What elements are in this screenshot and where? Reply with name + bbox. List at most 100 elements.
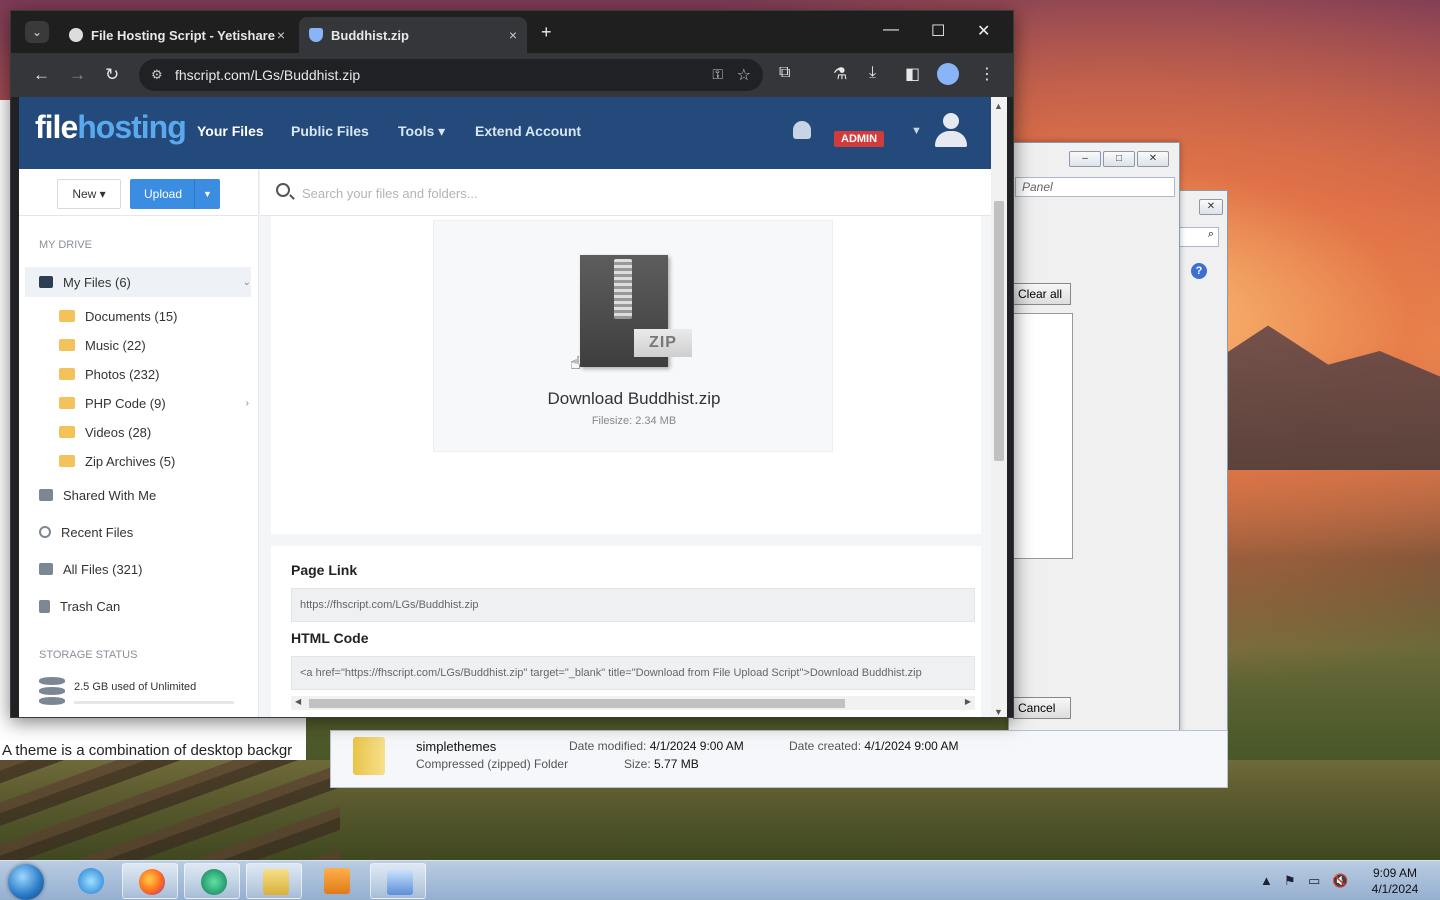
clear-all-button[interactable]: Clear all [1013, 283, 1071, 305]
sidebar-item-zip-archives[interactable]: Zip Archives (5) [59, 446, 249, 476]
tab-file-hosting[interactable]: File Hosting Script - Yetishare × [59, 17, 295, 53]
taskbar-browser[interactable] [184, 863, 240, 899]
zip-tag: ZIP [634, 329, 692, 357]
back-icon[interactable]: ← [33, 65, 50, 85]
close-window-button[interactable]: ✕ [977, 21, 990, 41]
download-title[interactable]: Download Buddhist.zip [434, 389, 834, 409]
new-button[interactable]: New ▾ [57, 179, 121, 209]
vertical-scrollbar[interactable]: ▲ ▼ [991, 97, 1007, 717]
html-code-label: HTML Code [291, 630, 369, 646]
tray-expand-icon[interactable]: ▲ [1260, 873, 1273, 888]
scroll-left-icon[interactable]: ◀ [295, 697, 301, 706]
maximize-icon[interactable]: □ [1103, 151, 1135, 167]
download-icon[interactable]: ⤓ [869, 64, 876, 82]
taskbar-media-player[interactable] [308, 863, 364, 899]
sidebar-item-recent[interactable]: Recent Files [39, 517, 251, 547]
address-bar[interactable]: ⚙ fhscript.com/LGs/Buddhist.zip ⚿ ☆ [139, 59, 763, 91]
sidebar-item-documents[interactable]: Documents (15) [59, 301, 249, 331]
page-link-field[interactable]: https://fhscript.com/LGs/Buddhist.zip [291, 588, 975, 622]
tab-strip: ⌄ File Hosting Script - Yetishare × Budd… [11, 11, 1013, 53]
taskbar-firefox[interactable] [122, 863, 178, 899]
incognito-icon [69, 28, 83, 42]
sidebar-item-videos[interactable]: Videos (28) [59, 417, 249, 447]
taskbar-internet-explorer[interactable] [62, 863, 118, 899]
users-icon [39, 489, 53, 501]
help-icon[interactable]: ? [1191, 263, 1207, 279]
maximize-window-button[interactable]: ☐ [931, 21, 945, 41]
sidebar-item-photos[interactable]: Photos (232) [59, 359, 249, 389]
scroll-down-icon[interactable]: ▼ [994, 707, 1003, 717]
theme-listbox[interactable] [1013, 313, 1073, 559]
browser-toolbar: ← → ↻ ⚙ fhscript.com/LGs/Buddhist.zip ⚿ … [11, 53, 1013, 97]
sidebar-item-all-files[interactable]: All Files (321) [39, 554, 251, 584]
horizontal-scrollbar[interactable]: ◀ ▶ [291, 696, 975, 710]
chevron-right-icon[interactable]: › [246, 398, 249, 409]
sidebar-item-php-code[interactable]: PHP Code (9) › [59, 388, 249, 418]
scrollbar-thumb[interactable] [309, 699, 845, 708]
network-icon[interactable]: ▭ [1308, 873, 1320, 889]
sidebar-item-trash[interactable]: Trash Can [39, 591, 251, 621]
volume-muted-icon[interactable]: 🔇 [1332, 873, 1348, 889]
scroll-up-icon[interactable]: ▲ [994, 101, 1003, 111]
chevron-down-icon[interactable]: ▼ [911, 125, 922, 137]
close-tab-icon[interactable]: × [509, 27, 517, 43]
scrollbar-thumb[interactable] [994, 201, 1004, 461]
site-info-icon[interactable]: ⚙ [151, 67, 163, 83]
upload-button[interactable]: Upload ▼ [130, 179, 220, 209]
chevron-down-icon[interactable]: ⌄ [243, 277, 251, 288]
download-card[interactable]: ZIP ☝ Download Buddhist.zip Filesize: 2.… [433, 220, 833, 452]
folder-icon [59, 455, 75, 467]
sidebar-item-shared[interactable]: Shared With Me [39, 480, 251, 510]
minimize-icon[interactable]: – [1069, 151, 1101, 167]
search-input[interactable] [302, 182, 902, 204]
minimize-window-button[interactable]: — [883, 21, 899, 39]
close-icon[interactable]: ✕ [1199, 199, 1223, 215]
scroll-right-icon[interactable]: ▶ [965, 697, 971, 706]
taskbar-explorer[interactable] [246, 863, 302, 899]
new-tab-button[interactable]: + [541, 22, 552, 43]
labs-icon[interactable]: ⚗ [833, 64, 847, 84]
storage-progress-bar [74, 701, 234, 704]
tab-buddhist-zip[interactable]: Buddhist.zip × [299, 17, 527, 53]
start-button[interactable] [8, 864, 44, 900]
folder-icon [59, 368, 75, 380]
taskbar-control-panel[interactable] [370, 863, 426, 899]
extensions-icon[interactable]: ⧉ [779, 64, 790, 82]
explorer-file-name: simplethemes [416, 739, 497, 754]
taskbar-clock[interactable]: 9:09 AM 4/1/2024 [1360, 865, 1430, 897]
menu-icon[interactable]: ⋮ [979, 64, 995, 84]
sidebar-item-my-files[interactable]: My Files (6) ⌄ [25, 267, 251, 297]
user-avatar-icon[interactable] [935, 113, 967, 149]
profile-avatar-icon[interactable] [937, 63, 959, 85]
nav-your-files[interactable]: Your Files [197, 123, 264, 139]
explorer-details-pane: simplethemes Compressed (zipped) Folder … [330, 730, 1228, 788]
bookmark-star-icon[interactable]: ☆ [737, 65, 751, 85]
forward-icon[interactable]: → [69, 65, 86, 85]
action-center-flag-icon[interactable]: ⚑ [1284, 873, 1296, 889]
sidebar-item-music[interactable]: Music (22) [59, 330, 249, 360]
upload-dropdown-icon[interactable]: ▼ [194, 179, 220, 209]
tab-title: Buddhist.zip [331, 27, 409, 43]
admin-badge[interactable]: ADMIN [834, 131, 885, 147]
nav-extend-account[interactable]: Extend Account [475, 123, 581, 139]
side-panel-icon[interactable]: ◧ [905, 64, 920, 84]
html-code-field[interactable]: <a href="https://fhscript.com/LGs/Buddhi… [291, 656, 975, 690]
key-icon[interactable]: ⚿ [712, 66, 723, 83]
close-icon[interactable]: ✕ [1137, 151, 1169, 167]
close-tab-icon[interactable]: × [277, 27, 285, 43]
nav-public-files[interactable]: Public Files [291, 123, 369, 139]
storage-status-heading: STORAGE STATUS [39, 649, 138, 661]
tab-search-icon[interactable]: ⌄ [25, 21, 49, 43]
panel-search-input[interactable]: Panel [1015, 177, 1175, 197]
site-logo[interactable]: filehosting [35, 109, 187, 146]
reload-icon[interactable]: ↻ [105, 65, 119, 85]
notification-bell-icon[interactable] [793, 121, 811, 139]
tab-title: File Hosting Script - Yetishare [91, 27, 275, 43]
zip-file-icon[interactable]: ZIP [580, 255, 692, 367]
nav-tools[interactable]: Tools ▾ [398, 123, 445, 140]
search-icon[interactable]: ⌕ [1177, 227, 1219, 247]
explorer-file-type: Compressed (zipped) Folder [416, 757, 569, 771]
taskbar: ▲ ⚑ ▭ 🔇 9:09 AM 4/1/2024 [0, 860, 1440, 900]
control-panel-icon [387, 869, 413, 895]
cancel-button[interactable]: Cancel [1013, 697, 1071, 719]
